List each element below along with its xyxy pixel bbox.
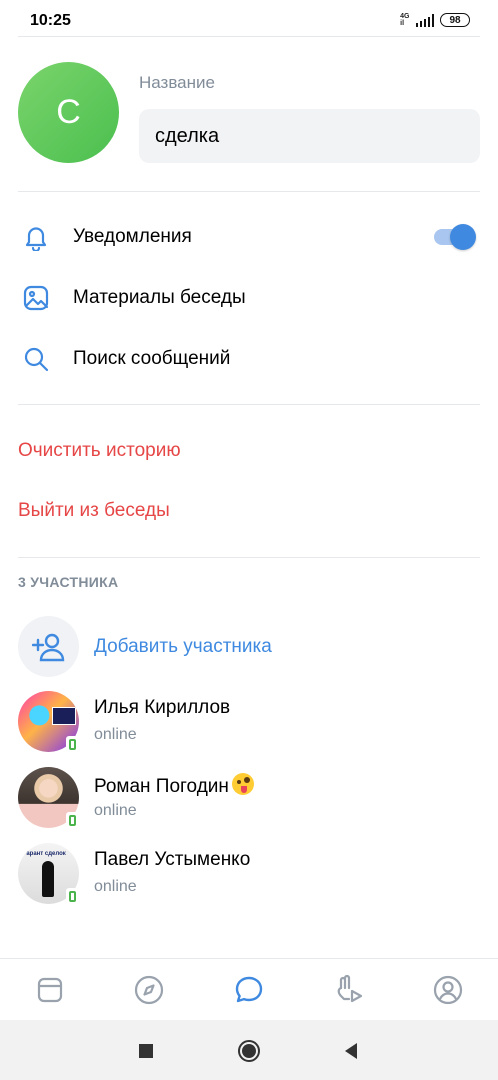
system-nav-bar [0,1020,498,1080]
status-icons: 4G il 98 [400,13,470,27]
member-status: online [94,802,137,819]
clips-icon[interactable] [331,972,367,1008]
media-row[interactable]: Материалы беседы [0,269,498,327]
member-name-wrap: Роман Погодин [94,773,254,798]
clear-history-button[interactable]: Очистить историю [18,440,181,462]
mobile-online-icon [66,888,78,904]
member-row[interactable]: Роман Погодин online [0,767,498,833]
search-row[interactable]: Поиск сообщений [0,330,498,388]
member-status: online [94,726,137,743]
member-name: Павел Устыменко [94,849,251,870]
member-name: Илья Кириллов [94,697,231,718]
messages-icon[interactable] [231,972,267,1008]
profile-icon[interactable] [430,972,466,1008]
battery-icon: 98 [440,13,470,27]
header-divider [18,191,480,192]
back-icon[interactable] [340,1040,362,1062]
add-member-button[interactable]: Добавить участника [0,616,498,678]
bell-icon [20,221,52,253]
mobile-online-icon [66,736,78,752]
zany-face-icon [231,773,254,795]
search-label: Поиск сообщений [73,348,231,369]
notifications-row[interactable]: Уведомления [0,208,498,266]
recent-apps-icon[interactable] [135,1040,157,1062]
notifications-label: Уведомления [73,226,192,247]
member-row[interactable]: Илья Кириллов online [0,691,498,757]
chat-avatar[interactable]: С [18,62,119,163]
status-divider [18,36,480,37]
status-bar: 10:25 4G il 98 [0,0,498,36]
add-member-label: Добавить участника [94,636,272,657]
add-user-icon [18,616,79,677]
status-time: 10:25 [30,12,71,29]
image-icon [20,282,52,314]
members-count-header: 3 УЧАСТНИКА [18,574,119,590]
menu-divider [18,404,480,405]
media-label: Материалы беседы [73,287,246,308]
mobile-online-icon [66,812,78,828]
member-name: Роман Погодин [94,776,229,797]
signal-icon [415,13,434,27]
bottom-tab-bar [0,958,498,1020]
avatar-text: Гарант сделок [23,851,66,857]
notifications-toggle[interactable] [434,224,476,250]
network-type: 4G il [400,13,410,27]
search-icon [20,343,52,375]
leave-chat-button[interactable]: Выйти из беседы [18,500,170,522]
chat-name-input[interactable]: сделка [139,109,480,163]
actions-divider [18,557,480,558]
newsfeed-icon[interactable] [32,972,68,1008]
member-row[interactable]: Гарант сделок Павел Устыменко online [0,843,498,909]
discover-icon[interactable] [131,972,167,1008]
home-icon[interactable] [238,1040,260,1062]
chat-name-label: Название [139,73,215,92]
toggle-thumb [450,224,476,250]
member-status: online [94,878,137,895]
